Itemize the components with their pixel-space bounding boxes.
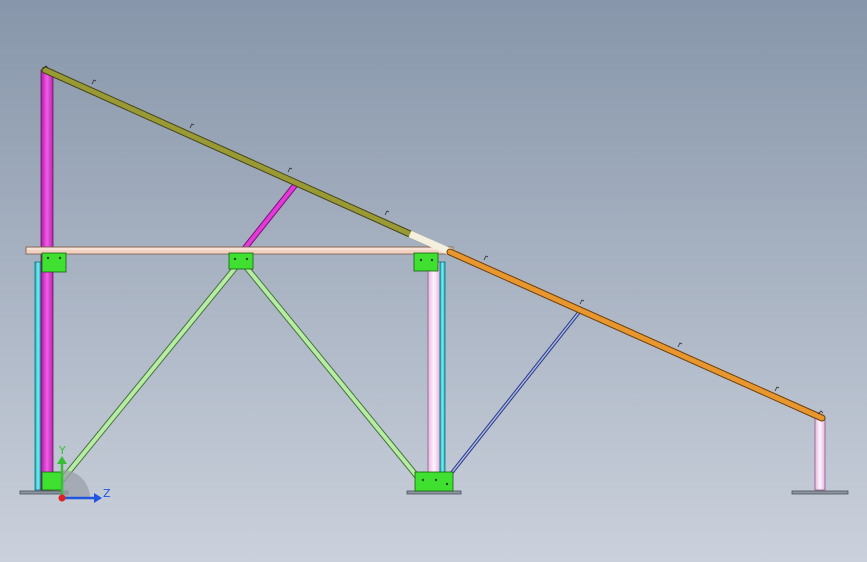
plate-beam-left[interactable] [41, 252, 67, 273]
z-axis-label: Z [103, 487, 111, 500]
plate-beam-center[interactable] [228, 252, 254, 270]
bolt [430, 258, 434, 262]
pale-column-right[interactable] [814, 417, 826, 491]
cyan-post-left[interactable] [34, 261, 42, 491]
pale-column-middle[interactable] [427, 261, 441, 477]
bolt [421, 478, 425, 482]
base-plate-middle[interactable] [406, 490, 462, 495]
plate-base-middle[interactable] [414, 471, 454, 492]
bolt [58, 256, 62, 260]
magenta-column-left[interactable] [40, 69, 54, 491]
plate-beam-right[interactable] [413, 252, 439, 272]
origin-icon [58, 494, 66, 502]
bolt [245, 257, 249, 261]
bolt [434, 478, 438, 482]
plate-base-left[interactable] [41, 471, 63, 491]
base-plate-right[interactable] [791, 490, 849, 495]
cyan-post-middle[interactable] [439, 261, 446, 477]
y-axis-label: Y [58, 444, 66, 457]
bolt [445, 482, 449, 486]
bolt [46, 256, 50, 260]
bolt [419, 258, 423, 262]
truss-model-view[interactable]: Y Z [0, 0, 867, 562]
cad-viewport[interactable]: Y Z [0, 0, 867, 562]
bolt [233, 257, 237, 261]
